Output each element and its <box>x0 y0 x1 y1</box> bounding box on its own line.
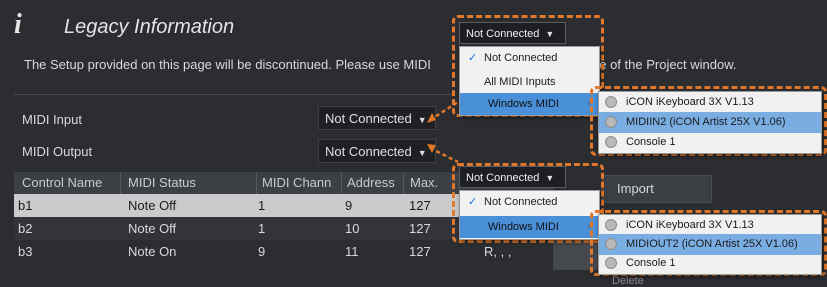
info-icon: i <box>14 9 22 40</box>
check-icon: ✓ <box>468 52 478 64</box>
import-button[interactable]: Import <box>602 175 712 203</box>
page-title: Legacy Information <box>64 16 235 38</box>
menu-item-all-midi-inputs[interactable]: All MIDI Inputs <box>460 71 599 93</box>
col-control-name[interactable]: Control Name <box>22 175 102 190</box>
menu-item-windows-midi[interactable]: Windows MIDI › <box>460 93 599 115</box>
menu-item-windows-midi[interactable]: Windows MIDI › <box>460 216 599 238</box>
col-midi-status[interactable]: MIDI Status <box>128 175 196 190</box>
submenu-item-midiout2[interactable]: MIDIOUT2 (iCON Artist 25X V1.06) <box>599 234 821 255</box>
submenu-item-console1[interactable]: Console 1 <box>599 253 821 274</box>
input-menu: ✓ Not Connected All MIDI Inputs Windows … <box>459 46 600 116</box>
delete-button[interactable]: Delete <box>612 275 644 287</box>
input-submenu: iCON iKeyboard 3X V1.13 MIDIIN2 (iCON Ar… <box>598 91 822 154</box>
midi-port-icon <box>605 136 617 148</box>
col-midi-channel[interactable]: MIDI Chann <box>262 175 331 190</box>
menu-item-not-connected[interactable]: ✓ Not Connected <box>460 191 599 213</box>
midi-output-dropdown[interactable]: Not Connected ▼ <box>318 139 436 163</box>
col-address[interactable]: Address <box>347 175 395 190</box>
input-popup-dropdown[interactable]: Not Connected ▼ <box>459 22 566 44</box>
chevron-down-icon: ▼ <box>545 173 555 183</box>
menu-item-not-connected[interactable]: ✓ Not Connected <box>460 47 599 69</box>
table-row[interactable]: b3 Note On 9 11 127 R, , , <box>14 240 554 263</box>
submenu-item-console1[interactable]: Console 1 <box>599 132 821 153</box>
output-submenu: iCON iKeyboard 3X V1.13 MIDIOUT2 (iCON A… <box>598 214 822 275</box>
output-popup-dropdown[interactable]: Not Connected ▼ <box>459 166 566 188</box>
midi-input-dropdown[interactable]: Not Connected ▼ <box>318 106 436 130</box>
midi-port-icon <box>605 219 617 231</box>
midi-input-value: Not Connected <box>325 111 412 126</box>
submenu-item-ikeyboard[interactable]: iCON iKeyboard 3X V1.13 <box>599 215 821 236</box>
midi-output-value: Not Connected <box>325 144 412 159</box>
check-icon: ✓ <box>468 196 478 208</box>
col-max[interactable]: Max. <box>410 175 438 190</box>
chevron-down-icon: ▼ <box>545 29 555 39</box>
divider <box>14 94 454 95</box>
submenu-item-ikeyboard[interactable]: iCON iKeyboard 3X V1.13 <box>599 92 821 113</box>
midi-port-icon <box>605 257 617 269</box>
setup-message: The Setup provided on this page will be … <box>24 57 431 72</box>
midi-port-icon <box>605 116 617 128</box>
midi-port-icon <box>605 238 617 250</box>
midi-port-icon <box>605 96 617 108</box>
submenu-item-midiin2[interactable]: MIDIIN2 (iCON Artist 25X V1.06) <box>599 112 821 133</box>
midi-output-label: MIDI Output <box>22 144 93 159</box>
output-menu: ✓ Not Connected Windows MIDI › <box>459 190 600 240</box>
midi-input-label: MIDI Input <box>22 112 82 127</box>
setup-message-tail: ne of the Project window. <box>592 57 737 72</box>
